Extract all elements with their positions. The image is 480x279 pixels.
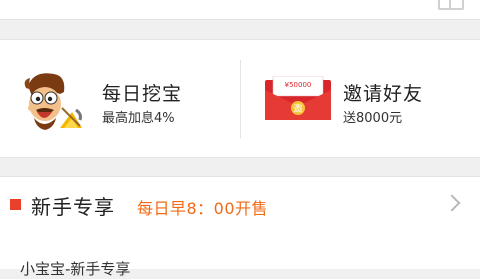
pirate-face-icon xyxy=(20,68,86,134)
invite-friends-title: 邀请好友 xyxy=(343,83,424,105)
daily-treasure-title: 每日挖宝 xyxy=(102,83,183,105)
sale-time-note: 每日早8：00开售 xyxy=(137,199,269,218)
red-envelope-icon: ¥50000 邀 xyxy=(265,75,331,122)
invite-friends-subtitle: 送8000元 xyxy=(343,111,403,126)
top-bar xyxy=(0,0,480,20)
newcomer-section-header[interactable]: 新手专享 每日早8：00开售 xyxy=(0,176,480,233)
section-marker xyxy=(10,199,21,210)
product-list: 小宝宝-新手专享 xyxy=(0,232,480,278)
grid-icon[interactable] xyxy=(438,0,464,10)
daily-treasure-subtitle: 最高加息4% xyxy=(102,111,175,126)
daily-treasure-card[interactable]: 每日挖宝 最高加息4% xyxy=(0,40,240,157)
promo-panel: 每日挖宝 最高加息4% ¥50000 邀 邀请好友 送8000元 xyxy=(0,39,480,158)
chevron-right-icon[interactable] xyxy=(443,194,461,212)
invite-friends-card[interactable]: ¥50000 邀 邀请好友 送8000元 xyxy=(241,40,480,157)
envelope-amount: ¥50000 xyxy=(285,81,312,89)
section-title: 新手专享 xyxy=(31,195,115,219)
envelope-char: 邀 xyxy=(293,103,302,115)
